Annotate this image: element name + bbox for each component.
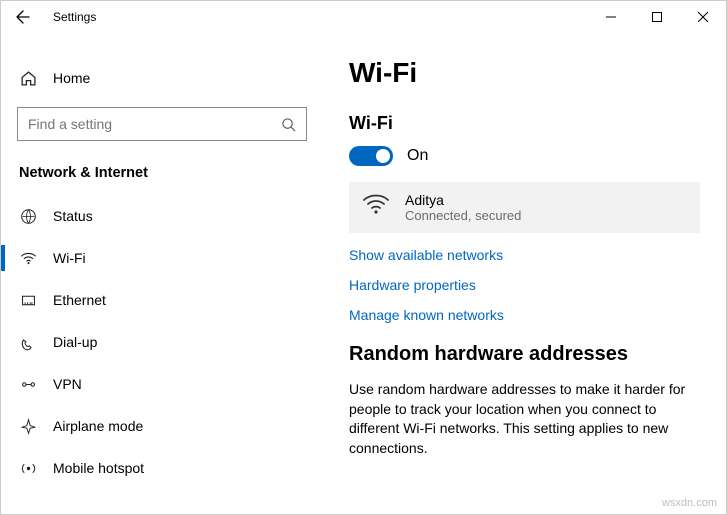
sidebar-item-status[interactable]: Status <box>1 195 323 237</box>
section-heading: Network & Internet <box>1 159 323 195</box>
sidebar-item-dialup[interactable]: Dial-up <box>1 321 323 363</box>
search-input[interactable] <box>28 116 281 132</box>
sidebar-item-label: Ethernet <box>53 292 106 308</box>
ethernet-icon <box>19 291 37 309</box>
sidebar-item-label: Wi-Fi <box>53 250 86 266</box>
current-network-card[interactable]: Aditya Connected, secured <box>349 182 700 233</box>
sidebar-item-label: Airplane mode <box>53 418 143 434</box>
maximize-button[interactable] <box>634 1 680 33</box>
search-icon <box>281 117 296 132</box>
toggle-knob-icon <box>376 149 390 163</box>
sidebar-item-label: Mobile hotspot <box>53 460 144 476</box>
sidebar-item-label: Dial-up <box>53 334 97 350</box>
minimize-button[interactable] <box>588 1 634 33</box>
sidebar-item-label: Status <box>53 208 93 224</box>
back-arrow-icon <box>15 9 31 25</box>
wifi-toggle[interactable] <box>349 146 393 166</box>
watermark: wsxdn.com <box>662 497 717 509</box>
manage-known-networks-link[interactable]: Manage known networks <box>349 307 700 323</box>
settings-window: Settings Home <box>0 0 727 515</box>
back-button[interactable] <box>9 3 37 31</box>
network-ssid: Aditya <box>405 192 521 208</box>
random-hw-description: Use random hardware addresses to make it… <box>349 380 700 458</box>
airplane-icon <box>19 417 37 435</box>
hotspot-icon <box>19 459 37 477</box>
minimize-icon <box>606 12 616 22</box>
wifi-signal-icon <box>363 194 389 221</box>
search-box[interactable] <box>17 107 307 141</box>
main-content: Wi-Fi Wi-Fi On Aditya Connected, secured… <box>323 33 726 514</box>
window-title: Settings <box>53 10 96 24</box>
close-icon <box>698 12 708 22</box>
network-status: Connected, secured <box>405 208 521 223</box>
titlebar: Settings <box>1 1 726 33</box>
wifi-section-heading: Wi-Fi <box>349 113 700 134</box>
sidebar-item-label: VPN <box>53 376 82 392</box>
hardware-properties-link[interactable]: Hardware properties <box>349 277 700 293</box>
home-icon <box>19 69 37 87</box>
sidebar-item-wifi[interactable]: Wi-Fi <box>1 237 323 279</box>
sidebar-item-airplane[interactable]: Airplane mode <box>1 405 323 447</box>
home-nav[interactable]: Home <box>1 57 323 99</box>
sidebar: Home Network & Internet Status Wi- <box>1 33 323 514</box>
maximize-icon <box>652 12 662 22</box>
sidebar-item-hotspot[interactable]: Mobile hotspot <box>1 447 323 489</box>
wifi-icon <box>19 249 37 267</box>
sidebar-item-ethernet[interactable]: Ethernet <box>1 279 323 321</box>
random-hw-heading: Random hardware addresses <box>349 343 700 366</box>
close-button[interactable] <box>680 1 726 33</box>
status-icon <box>19 207 37 225</box>
page-title: Wi-Fi <box>349 57 700 89</box>
home-label: Home <box>53 70 90 86</box>
sidebar-item-vpn[interactable]: VPN <box>1 363 323 405</box>
wifi-toggle-state: On <box>407 147 428 165</box>
show-available-networks-link[interactable]: Show available networks <box>349 247 700 263</box>
dialup-icon <box>19 333 37 351</box>
vpn-icon <box>19 375 37 393</box>
